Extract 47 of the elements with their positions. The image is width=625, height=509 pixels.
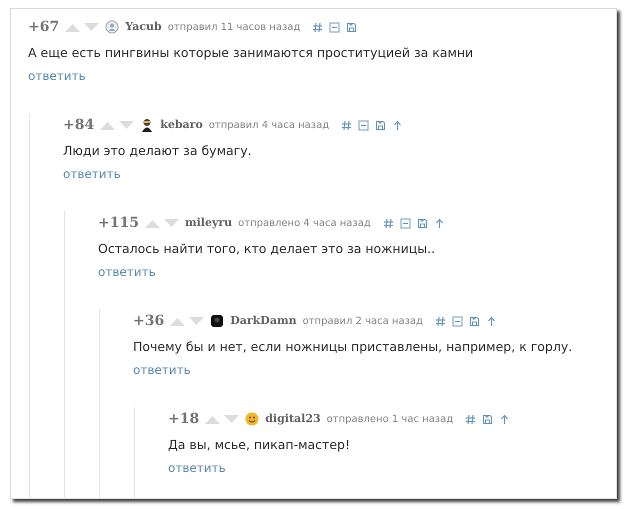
score-text: +36 (133, 312, 164, 330)
score-text: +67 (28, 18, 60, 36)
post-time-text: отправил 4 часа назад (208, 118, 330, 132)
avatar-icon (140, 118, 154, 132)
username-link[interactable]: Yacub (125, 18, 162, 36)
comment-text: Осталось найти того, кто делает это за ножницы.. (98, 240, 436, 258)
reply-link[interactable]: ответить (63, 167, 121, 181)
post-time-text: отправил 2 часа назад (302, 314, 423, 328)
score-text: +84 (63, 116, 94, 134)
arrow-up-icon[interactable] (499, 414, 510, 424)
comment-text: Люди это делают за бумагу. (63, 142, 253, 160)
post-time-text: отправлено 4 часа назад (238, 216, 371, 230)
save-icon[interactable] (468, 316, 480, 326)
hash-icon[interactable] (341, 120, 352, 130)
collapse-icon[interactable] (452, 316, 463, 326)
post-time-text: отправлено 1 час назад (326, 412, 454, 426)
reply-link[interactable]: ответить (133, 363, 191, 377)
arrow-up-icon[interactable] (486, 316, 497, 326)
comment-text: А еще есть пингвины которые занимаются проституцией за камни (28, 44, 474, 62)
hash-icon[interactable] (382, 218, 394, 228)
post-time-text: отправил 11 часов назад (168, 20, 300, 34)
hash-icon[interactable] (465, 414, 476, 424)
smiley-icon (245, 412, 260, 426)
save-icon[interactable] (346, 22, 358, 32)
save-icon[interactable] (375, 120, 386, 130)
comment-text: Почему бы и нет, если ножницы приставлены, например, к горлу. (133, 338, 574, 356)
collapse-icon[interactable] (329, 22, 340, 32)
collapse-icon[interactable] (400, 218, 411, 228)
comment-text: Да вы, мсье, пикап-мастер! (168, 436, 351, 454)
avatar-icon (210, 314, 224, 328)
save-icon[interactable] (482, 414, 494, 424)
collapse-icon[interactable] (358, 120, 370, 130)
username-link[interactable]: mileyru (184, 214, 232, 232)
score-text: +115 (98, 214, 139, 232)
reply-link[interactable]: ответить (168, 461, 226, 475)
save-icon[interactable] (416, 218, 428, 228)
username-link[interactable]: kebaro (160, 116, 203, 134)
reply-link[interactable]: ответить (28, 69, 86, 83)
score-text: +18 (168, 410, 200, 428)
username-link[interactable]: digital23 (265, 410, 321, 428)
hash-icon[interactable] (434, 316, 446, 326)
username-link[interactable]: DarkDamn (230, 312, 297, 330)
reply-link[interactable]: ответить (98, 265, 156, 279)
avatar-icon (105, 20, 120, 34)
hash-icon[interactable] (312, 22, 324, 32)
arrow-up-icon[interactable] (434, 218, 445, 228)
arrow-up-icon[interactable] (392, 120, 404, 130)
